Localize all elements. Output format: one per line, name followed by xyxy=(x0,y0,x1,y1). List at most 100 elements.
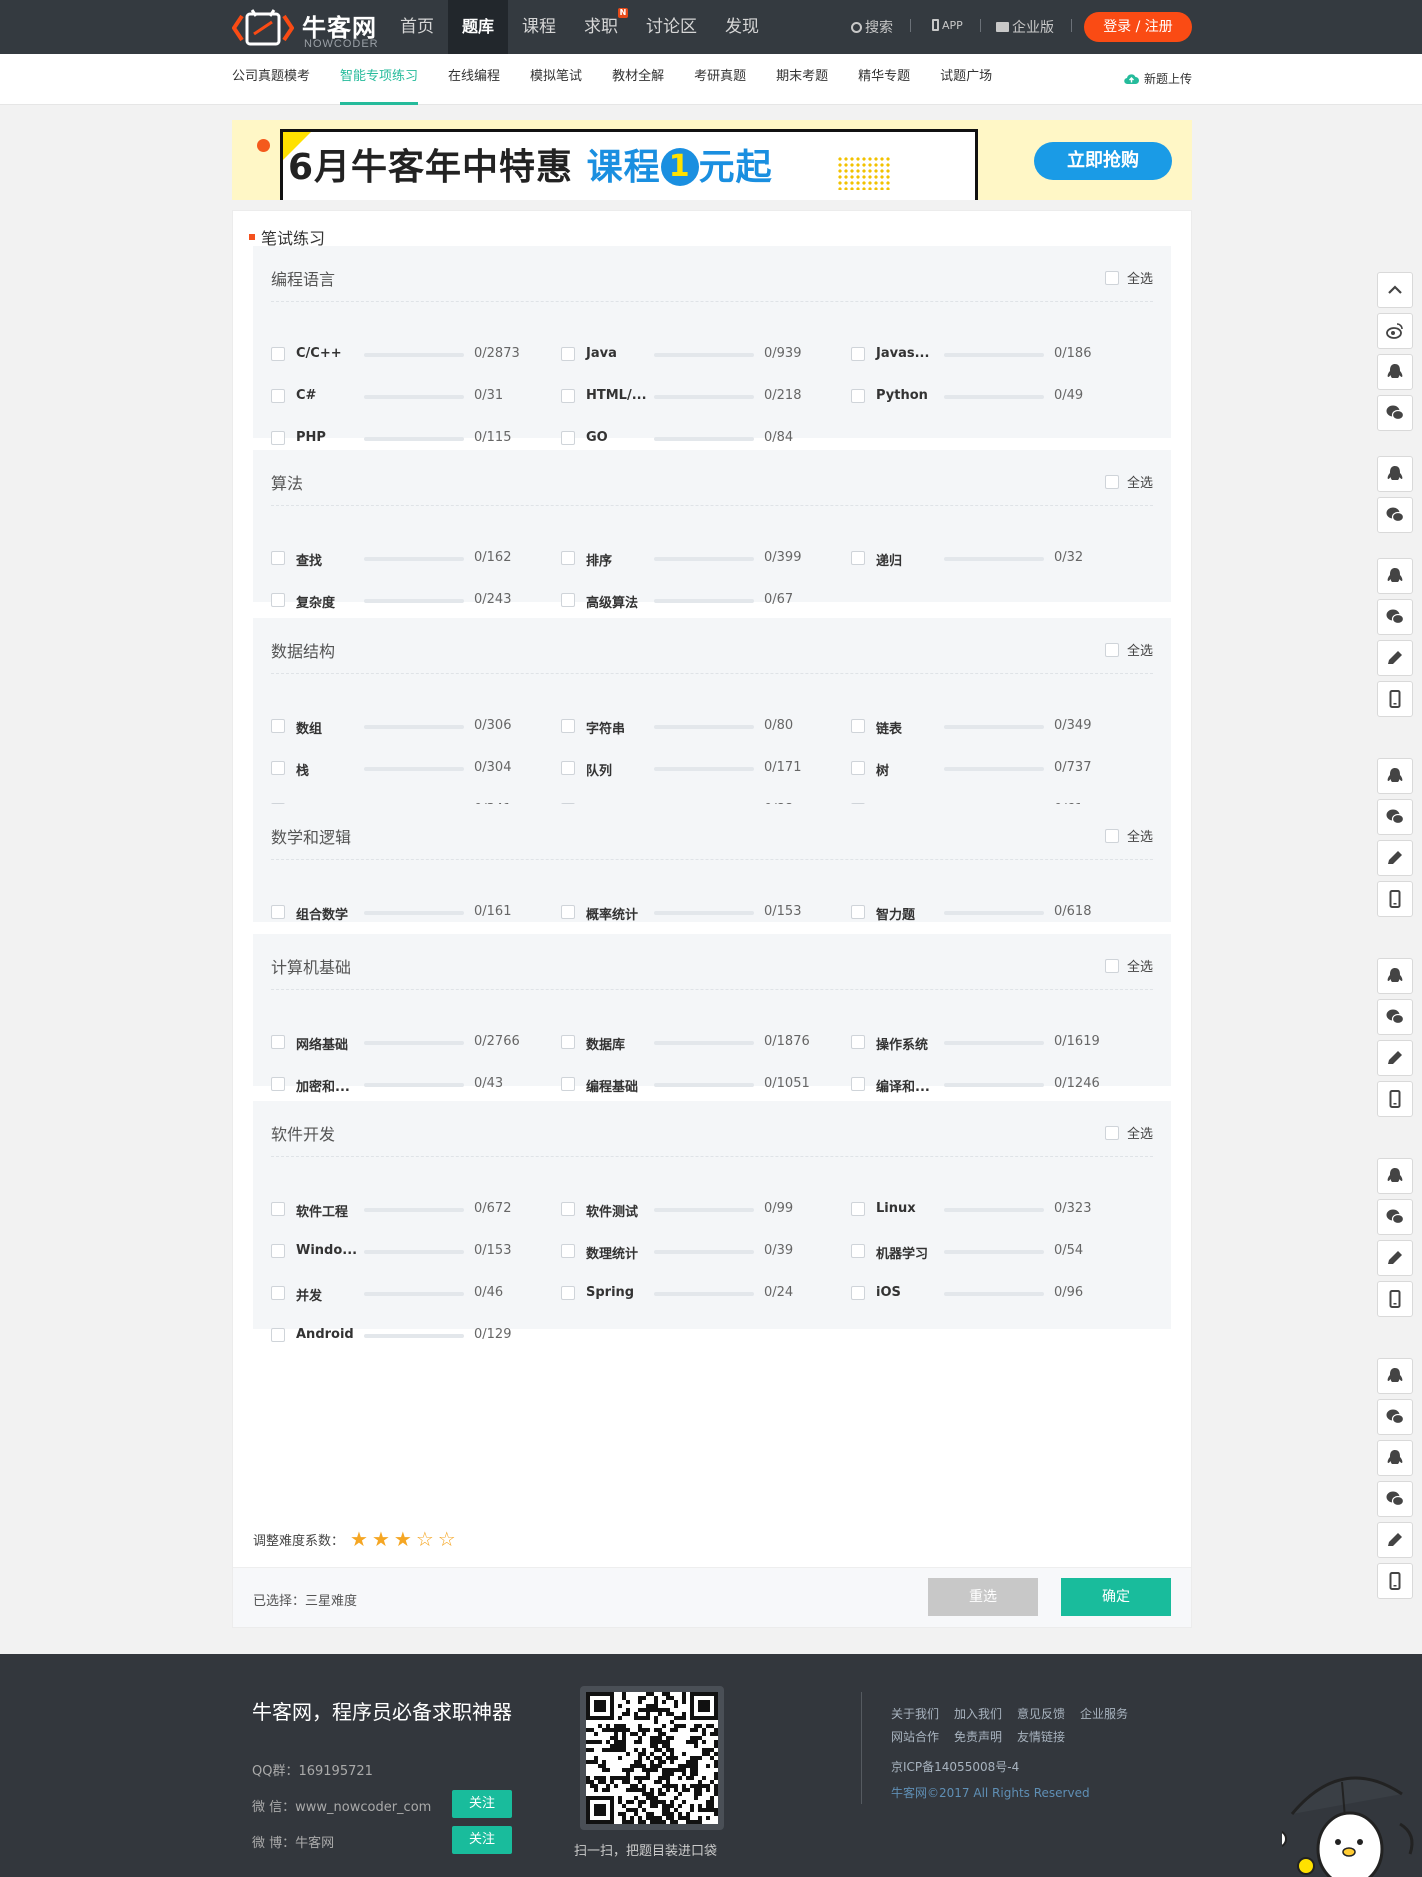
select-all-toggle[interactable]: 全选 xyxy=(1104,472,1153,491)
topic-item[interactable]: 高级算法 0/67 xyxy=(561,590,851,611)
topic-checkbox[interactable] xyxy=(561,1077,575,1091)
wechat-button[interactable] xyxy=(1377,1399,1413,1435)
link-join[interactable]: 加入我们 xyxy=(954,1705,1002,1722)
wechat-button[interactable] xyxy=(1377,999,1413,1035)
topic-item[interactable]: 软件测试 0/99 xyxy=(561,1199,851,1220)
follow-wechat-button[interactable]: 关注 xyxy=(452,1790,512,1818)
topic-checkbox[interactable] xyxy=(561,551,575,565)
qq-button[interactable] xyxy=(1377,558,1413,594)
topic-checkbox[interactable] xyxy=(851,347,865,361)
subnav-online-coding[interactable]: 在线编程 xyxy=(448,54,500,105)
topic-checkbox[interactable] xyxy=(561,1035,575,1049)
select-all-checkbox[interactable] xyxy=(1104,642,1119,657)
mobile-button[interactable] xyxy=(1377,1281,1413,1317)
topic-item[interactable]: GO 0/84 xyxy=(561,428,851,448)
topic-checkbox[interactable] xyxy=(271,905,285,919)
topic-checkbox[interactable] xyxy=(851,1286,865,1300)
select-all-toggle[interactable]: 全选 xyxy=(1104,956,1153,975)
topic-checkbox[interactable] xyxy=(561,1286,575,1300)
topic-checkbox[interactable] xyxy=(271,1202,285,1216)
topic-item[interactable]: Spring 0/24 xyxy=(561,1283,851,1303)
nav-question-bank[interactable]: 题库 xyxy=(448,0,509,54)
topic-item[interactable]: 数据库 0/1876 xyxy=(561,1032,851,1053)
qq-button[interactable] xyxy=(1377,758,1413,794)
link-friends[interactable]: 友情链接 xyxy=(1017,1728,1065,1745)
topic-checkbox[interactable] xyxy=(561,761,575,775)
nowcoder-logo[interactable]: 牛客网 NOWCODER xyxy=(232,6,382,50)
star-empty-icon[interactable]: ☆ xyxy=(438,1529,456,1549)
subnav-final-exams[interactable]: 期末考题 xyxy=(776,54,828,105)
link-enterprise[interactable]: 企业服务 xyxy=(1080,1705,1128,1722)
subnav-question-square[interactable]: 试题广场 xyxy=(940,54,992,105)
topic-item[interactable]: 数组 0/306 xyxy=(271,716,561,737)
topic-item[interactable]: Javas... 0/186 xyxy=(851,344,1141,364)
link-disclaimer[interactable]: 免责声明 xyxy=(954,1728,1002,1745)
topic-checkbox[interactable] xyxy=(851,389,865,403)
topic-item[interactable]: 队列 0/171 xyxy=(561,758,851,779)
topic-item[interactable]: 递归 0/32 xyxy=(851,548,1141,569)
star-empty-icon[interactable]: ☆ xyxy=(416,1529,434,1549)
topic-checkbox[interactable] xyxy=(561,1244,575,1258)
search-link[interactable]: 搜索 xyxy=(851,17,893,37)
topic-item[interactable]: C/C++ 0/2873 xyxy=(271,344,561,364)
topic-item[interactable]: HTML/... 0/218 xyxy=(561,386,851,406)
qq-button[interactable] xyxy=(1377,958,1413,994)
topic-item[interactable]: 编译和... 0/1246 xyxy=(851,1074,1141,1095)
confirm-button[interactable]: 确定 xyxy=(1061,1578,1171,1616)
topic-checkbox[interactable] xyxy=(271,1244,285,1258)
topic-item[interactable]: 字符串 0/80 xyxy=(561,716,851,737)
topic-item[interactable]: 查找 0/162 xyxy=(271,548,561,569)
nav-courses[interactable]: 课程 xyxy=(508,0,570,54)
chevron-up-button[interactable] xyxy=(1377,272,1413,308)
pencil-button[interactable] xyxy=(1377,1040,1413,1076)
topic-item[interactable]: 排序 0/399 xyxy=(561,548,851,569)
topic-item[interactable]: Windo... 0/153 xyxy=(271,1241,561,1261)
reset-button[interactable]: 重选 xyxy=(928,1578,1038,1616)
wechat-button[interactable] xyxy=(1377,1199,1413,1235)
topic-item[interactable]: 链表 0/349 xyxy=(851,716,1141,737)
topic-item[interactable]: 加密和... 0/43 xyxy=(271,1074,561,1095)
pencil-button[interactable] xyxy=(1377,840,1413,876)
topic-item[interactable]: iOS 0/96 xyxy=(851,1283,1141,1303)
topic-item[interactable]: 编程基础 0/1051 xyxy=(561,1074,851,1095)
topic-checkbox[interactable] xyxy=(561,389,575,403)
topic-checkbox[interactable] xyxy=(561,1202,575,1216)
wechat-button[interactable] xyxy=(1377,1481,1413,1517)
subnav-smart-practice[interactable]: 智能专项练习 xyxy=(340,54,419,105)
topic-item[interactable]: 数理统计 0/39 xyxy=(561,1241,851,1262)
select-all-checkbox[interactable] xyxy=(1104,828,1119,843)
topic-item[interactable]: 栈 0/304 xyxy=(271,758,561,779)
topic-item[interactable]: 概率统计 0/153 xyxy=(561,902,851,923)
pencil-button[interactable] xyxy=(1377,640,1413,676)
qq-button[interactable] xyxy=(1377,354,1413,390)
subnav-postgrad[interactable]: 考研真题 xyxy=(694,54,746,105)
topic-checkbox[interactable] xyxy=(851,1077,865,1091)
select-all-checkbox[interactable] xyxy=(1104,1125,1119,1140)
wechat-button[interactable] xyxy=(1377,599,1413,635)
topic-checkbox[interactable] xyxy=(851,1202,865,1216)
subnav-mock-test[interactable]: 模拟笔试 xyxy=(530,54,582,105)
promo-banner[interactable]: 6月牛客年中特惠 课程 1 元起 立即抢购 xyxy=(232,120,1192,200)
qq-button[interactable] xyxy=(1377,1440,1413,1476)
topic-item[interactable]: Android 0/129 xyxy=(271,1325,561,1345)
topic-checkbox[interactable] xyxy=(271,431,285,445)
topic-item[interactable]: PHP 0/115 xyxy=(271,428,561,448)
nav-jobs[interactable]: 求职 N xyxy=(570,0,632,54)
icp-record[interactable]: 京ICP备14055008号-4 xyxy=(891,1758,1019,1775)
star-filled-icon[interactable]: ★ xyxy=(394,1529,412,1549)
topic-item[interactable]: 复杂度 0/243 xyxy=(271,590,561,611)
topic-checkbox[interactable] xyxy=(851,551,865,565)
topic-checkbox[interactable] xyxy=(271,761,285,775)
select-all-toggle[interactable]: 全选 xyxy=(1104,826,1153,845)
select-all-checkbox[interactable] xyxy=(1104,474,1119,489)
topic-item[interactable]: Java 0/939 xyxy=(561,344,851,364)
subnav-featured[interactable]: 精华专题 xyxy=(858,54,910,105)
topic-checkbox[interactable] xyxy=(271,1328,285,1342)
qq-button[interactable] xyxy=(1377,456,1413,492)
topic-checkbox[interactable] xyxy=(851,761,865,775)
topic-checkbox[interactable] xyxy=(851,1244,865,1258)
topic-item[interactable]: 组合数学 0/161 xyxy=(271,902,561,923)
pencil-button[interactable] xyxy=(1377,1240,1413,1276)
mobile-button[interactable] xyxy=(1377,1081,1413,1117)
topic-checkbox[interactable] xyxy=(561,593,575,607)
